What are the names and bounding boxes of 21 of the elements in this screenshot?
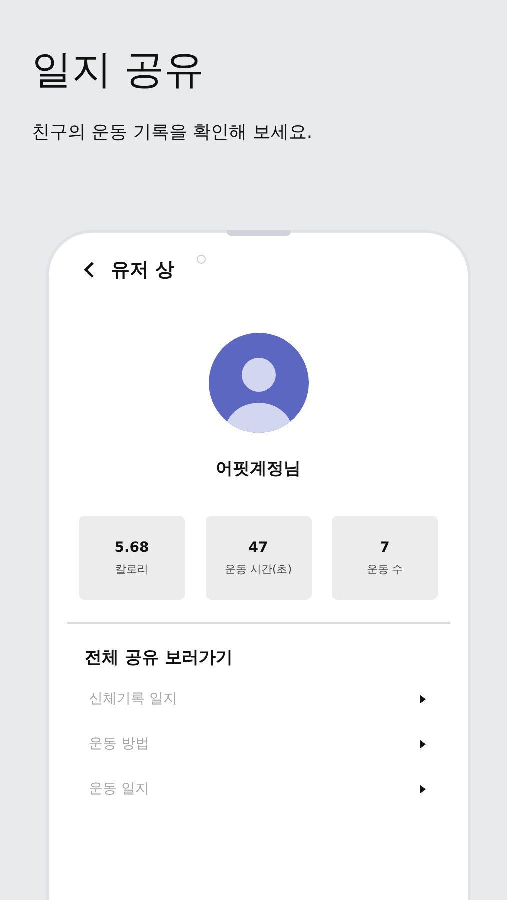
stat-label: 운동 수 (366, 562, 404, 576)
section-title: 전체 공유 보러가기 (85, 647, 234, 669)
speaker-notch (226, 230, 290, 236)
stat-value: 5.68 (114, 540, 150, 556)
stat-label: 운동 시간(초) (224, 562, 292, 576)
menu-link[interactable]: 운동 방법 (89, 735, 150, 753)
camera-icon (197, 255, 206, 264)
avatar-icon (208, 333, 308, 433)
menu-link[interactable]: 신체기록 일지 (89, 690, 178, 708)
stat-value: 7 (380, 540, 390, 556)
caret-icon (420, 784, 426, 794)
caret-icon (420, 694, 426, 704)
back-icon[interactable] (83, 261, 97, 279)
page-title: 일지 공유 (32, 46, 206, 95)
menu-link[interactable]: 운동 일지 (89, 780, 150, 798)
stat-value: 47 (248, 540, 268, 556)
screen-title: 유저 상 (111, 258, 175, 283)
user-name: 어핏계정님 (216, 458, 301, 480)
caret-icon (420, 740, 426, 748)
page-subtitle: 친구의 운동 기록을 확인해 보세요. (32, 121, 314, 145)
stat-label: 칼로리 (116, 562, 148, 576)
